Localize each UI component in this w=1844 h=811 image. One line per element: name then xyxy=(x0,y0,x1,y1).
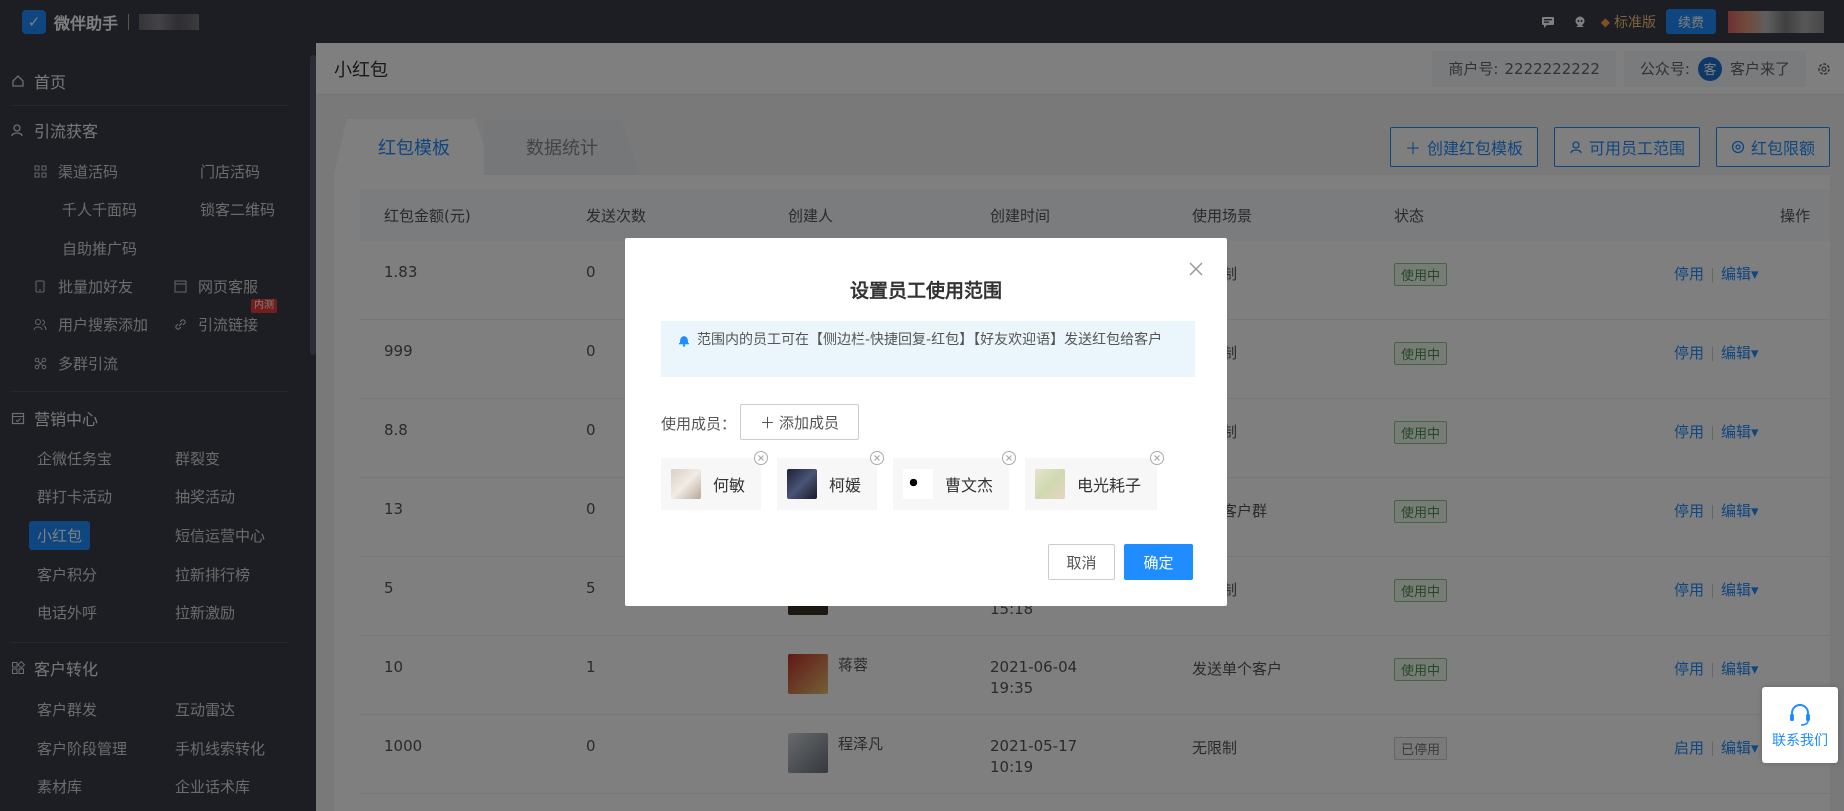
add-member-button[interactable]: ＋添加成员 xyxy=(740,404,859,440)
remove-icon[interactable] xyxy=(753,450,769,466)
confirm-button[interactable]: 确定 xyxy=(1124,544,1193,580)
member-chip: 柯媛 xyxy=(777,451,884,510)
contact-us-button[interactable]: 联系我们 xyxy=(1762,687,1838,763)
remove-icon[interactable] xyxy=(869,450,885,466)
member-chip: 何敏 xyxy=(661,451,768,510)
member-chip: 曹文杰 xyxy=(893,451,1016,510)
remove-icon[interactable] xyxy=(1149,450,1165,466)
notice-text: 范围内的员工可在【侧边栏-快捷回复-红包】【好友欢迎语】发送红包给客户 xyxy=(697,332,1163,348)
member-avatar xyxy=(903,469,933,499)
dialog-title: 设置员工使用范围 xyxy=(849,280,1002,302)
remove-icon[interactable] xyxy=(1001,450,1017,466)
member-label: 使用成员： xyxy=(661,415,737,433)
staff-scope-dialog: 设置员工使用范围 范围内的员工可在【侧边栏-快捷回复-红包】【好友欢迎语】发送红… xyxy=(625,238,1227,606)
member-avatar xyxy=(671,469,701,499)
plus-icon: ＋ xyxy=(759,413,775,432)
member-avatar xyxy=(787,469,817,499)
member-avatar xyxy=(1035,469,1065,499)
headset-icon xyxy=(1786,700,1814,728)
bell-icon xyxy=(677,331,693,367)
member-chip: 电光耗子 xyxy=(1025,451,1164,510)
cancel-button[interactable]: 取消 xyxy=(1048,544,1115,580)
notice-banner: 范围内的员工可在【侧边栏-快捷回复-红包】【好友欢迎语】发送红包给客户 xyxy=(661,321,1195,377)
